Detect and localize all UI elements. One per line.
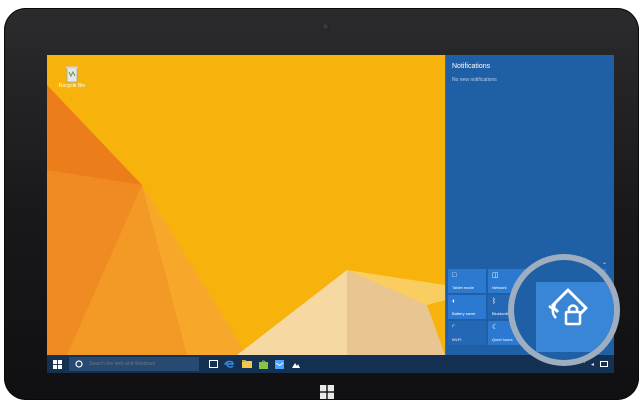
- battery-saver-icon: ◐: [452, 298, 457, 305]
- desktop-wallpaper: [47, 55, 445, 355]
- camera-icon: [322, 23, 329, 30]
- quick-action-wifi[interactable]: ◜ Wi-Fi: [448, 321, 486, 345]
- quick-action-tablet-mode[interactable]: □ Tablet mode: [448, 269, 486, 293]
- photos-icon[interactable]: [289, 358, 301, 370]
- zoom-callout: [508, 254, 620, 366]
- cortana-circle-icon: [75, 360, 83, 368]
- quick-action-label: Tablet mode: [452, 285, 474, 290]
- recycle-bin-icon: [66, 66, 78, 83]
- windows-logo-icon: [52, 359, 62, 369]
- collapse-icon[interactable]: ⌄: [602, 259, 607, 266]
- edge-icon[interactable]: [223, 358, 235, 370]
- quick-action-label: Wi-Fi: [452, 337, 462, 342]
- desktop-icon-recycle-bin[interactable]: Recycle Bin: [56, 65, 88, 90]
- rotation-lock-icon: [548, 288, 588, 326]
- quick-action-label: Bluetooth: [492, 311, 509, 316]
- store-icon[interactable]: [257, 358, 269, 370]
- quick-action-label: Network: [492, 285, 507, 290]
- start-button[interactable]: [47, 355, 67, 373]
- no-notifications-text: No new notifications: [452, 77, 497, 83]
- quick-action-label: Battery saver: [452, 311, 476, 316]
- search-box[interactable]: [69, 357, 199, 371]
- desktop-icon-label: Recycle Bin: [58, 83, 86, 89]
- quick-action-label: Quiet hours: [492, 337, 513, 342]
- quiet-hours-icon: ☾: [492, 324, 499, 331]
- taskbar: ^ ◂: [47, 355, 614, 373]
- action-center-icon[interactable]: [600, 360, 608, 368]
- action-center-title: Notifications: [452, 63, 491, 70]
- windows-hardware-button-icon[interactable]: [320, 385, 334, 399]
- task-view-icon[interactable]: [207, 358, 219, 370]
- quick-action-battery-saver[interactable]: ◐ Battery saver: [448, 295, 486, 319]
- network-icon: ◫: [492, 272, 499, 279]
- mail-icon[interactable]: [273, 358, 285, 370]
- volume-icon[interactable]: ◂: [591, 361, 594, 368]
- file-explorer-icon[interactable]: [241, 358, 253, 370]
- tablet-mode-icon: □: [452, 272, 457, 279]
- wifi-icon: ◜: [452, 324, 455, 331]
- bluetooth-icon: ᛒ: [492, 298, 497, 305]
- search-input[interactable]: [87, 360, 191, 368]
